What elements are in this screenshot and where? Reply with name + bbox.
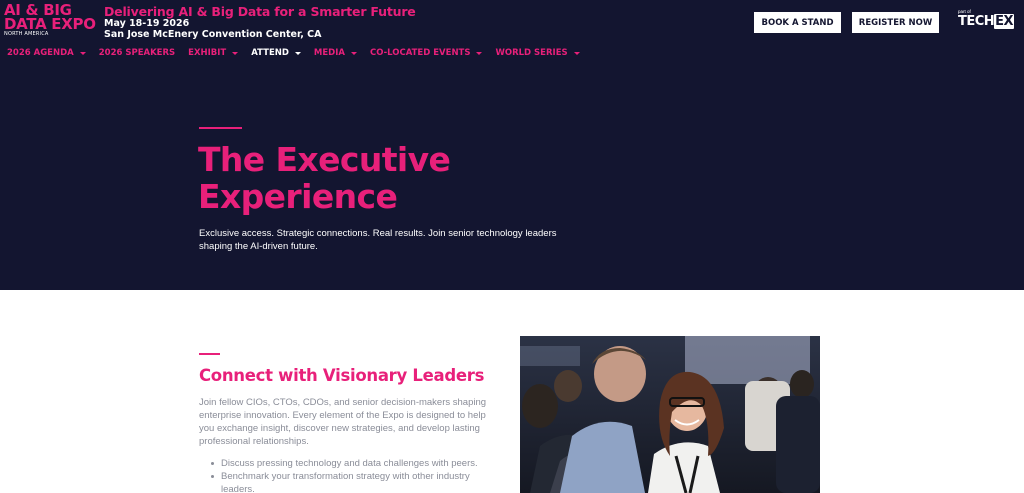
chevron-down-icon bbox=[294, 51, 301, 55]
nav-item-exhibit[interactable]: EXHIBIT bbox=[188, 48, 239, 58]
nav-item-media[interactable]: MEDIA bbox=[314, 48, 357, 58]
nav-item-attend[interactable]: ATTEND bbox=[251, 48, 301, 58]
book-a-stand-button[interactable]: BOOK A STAND bbox=[754, 12, 841, 33]
event-tagline: Delivering AI & Big Data for a Smarter F… bbox=[104, 4, 416, 19]
techex-logo[interactable]: part of TECHEX bbox=[958, 9, 1015, 29]
hero-accent-rule bbox=[199, 127, 242, 129]
expo-logo[interactable]: AI & BIG DATA EXPO NORTH AMERICA bbox=[4, 3, 96, 38]
nav-item-agenda[interactable]: 2026 AGENDA bbox=[7, 48, 86, 58]
section-title: Connect with Visionary Leaders bbox=[199, 366, 485, 385]
chevron-down-icon bbox=[79, 51, 86, 55]
event-venue: San Jose McEnery Convention Center, CA bbox=[104, 29, 322, 40]
register-now-button[interactable]: REGISTER NOW bbox=[852, 12, 939, 33]
chevron-down-icon bbox=[350, 51, 357, 55]
hero-title: The Executive Experience bbox=[198, 140, 451, 216]
logo-line-2: DATA EXPO bbox=[4, 15, 96, 33]
list-item: Discuss pressing technology and data cha… bbox=[210, 457, 500, 470]
benefits-list: Discuss pressing technology and data cha… bbox=[210, 457, 500, 493]
nav-item-co-located-events[interactable]: CO-LOCATED EVENTS bbox=[370, 48, 483, 58]
chevron-down-icon bbox=[573, 51, 580, 55]
event-date: May 18-19 2026 bbox=[104, 18, 190, 29]
hero-subtitle: Exclusive access. Strategic connections.… bbox=[199, 228, 557, 252]
networking-photo bbox=[520, 336, 820, 493]
section-accent-rule bbox=[199, 353, 220, 355]
nav-item-world-series[interactable]: WORLD SERIES bbox=[495, 48, 580, 58]
section-body: Join fellow CIOs, CTOs, CDOs, and senior… bbox=[199, 397, 487, 447]
list-item: Benchmark your transformation strategy w… bbox=[210, 470, 500, 493]
main-nav: 2026 AGENDA 2026 SPEAKERS EXHIBIT ATTEND… bbox=[7, 48, 593, 58]
nav-item-speakers[interactable]: 2026 SPEAKERS bbox=[99, 48, 175, 58]
chevron-down-icon bbox=[232, 51, 239, 55]
chevron-down-icon bbox=[476, 51, 483, 55]
techex-wordmark: TECHEX bbox=[958, 14, 1015, 29]
